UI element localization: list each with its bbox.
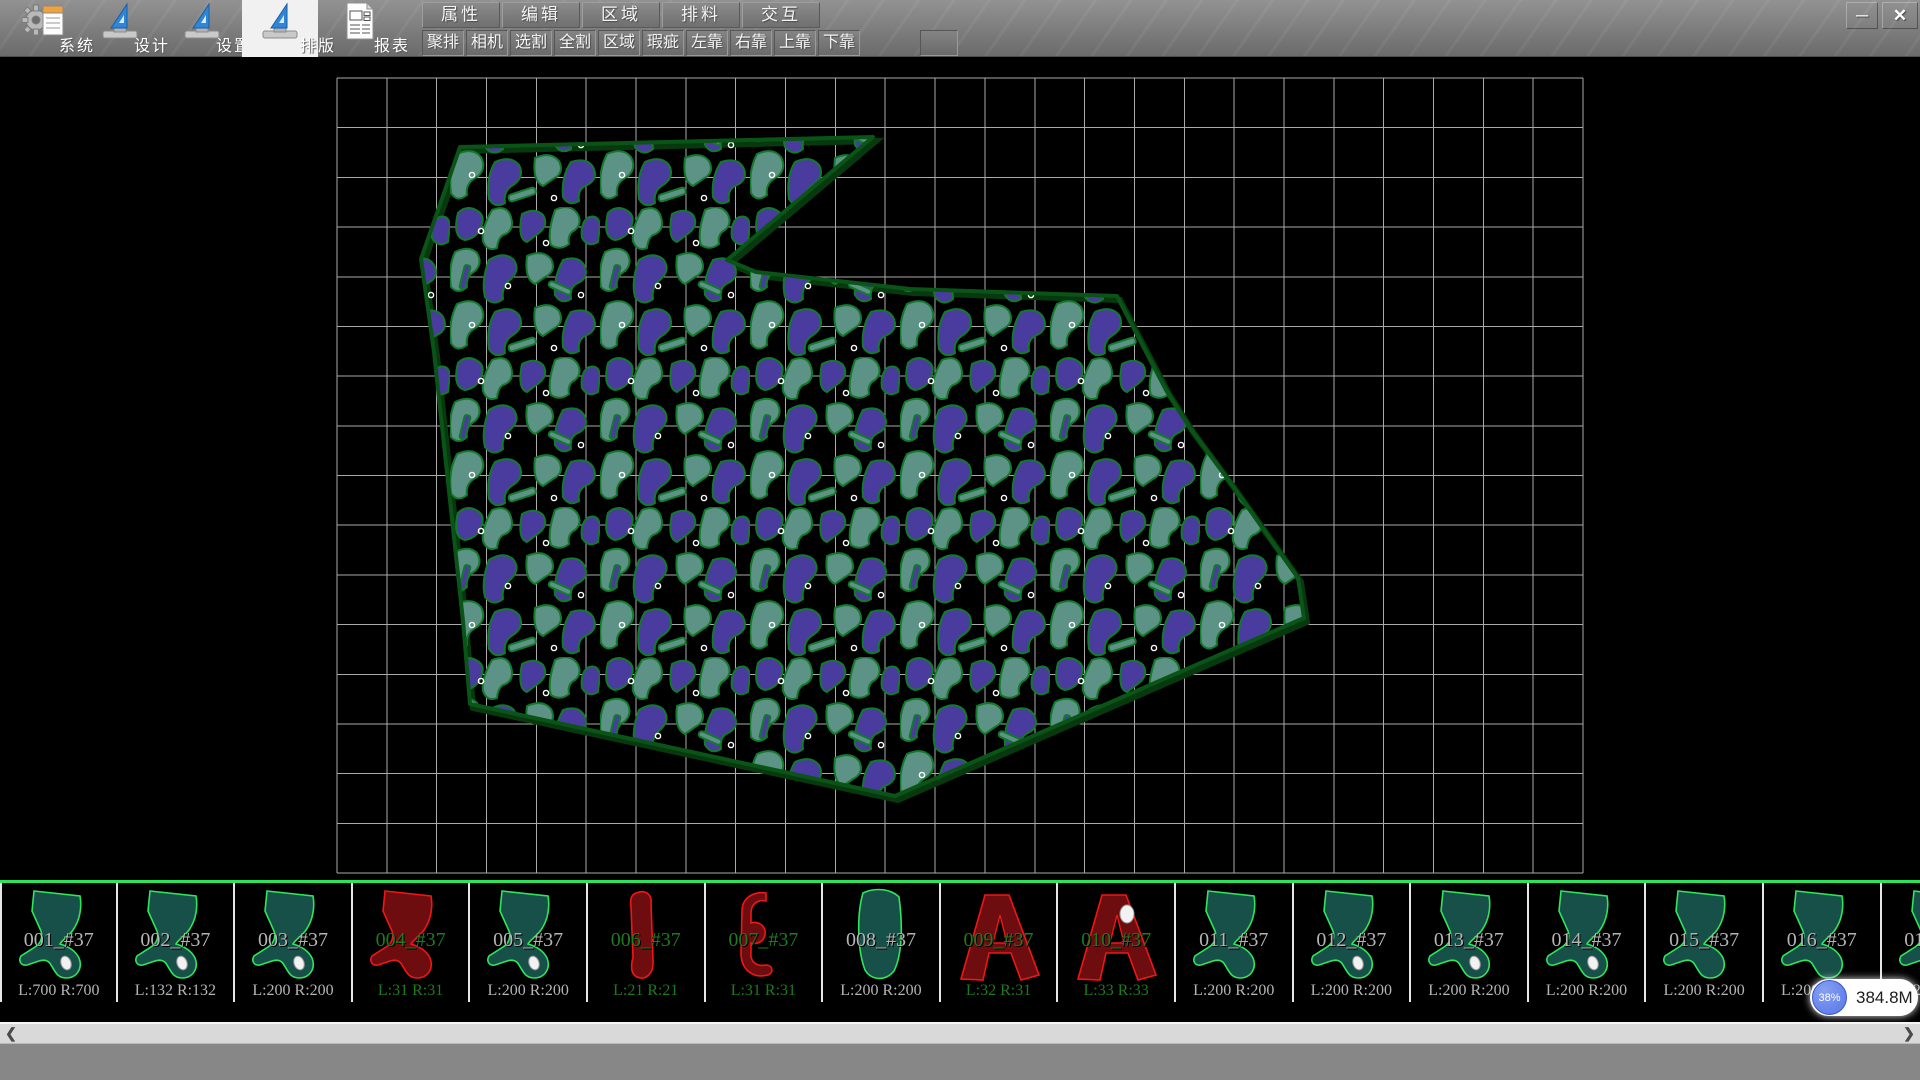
piece-size-label: L:200 R:200 bbox=[235, 982, 351, 1000]
thumbnail-cell[interactable]: 003_#37 L:200 R:200 bbox=[235, 883, 353, 1002]
minimize-button[interactable]: ─ bbox=[1846, 2, 1878, 29]
thumbnail-cell[interactable]: 014_#37 L:200 R:200 bbox=[1529, 883, 1647, 1002]
piece-size-label: L:132 R:132 bbox=[118, 982, 234, 1000]
tool-button[interactable]: 全割 bbox=[554, 30, 596, 56]
menu-tab[interactable]: 属性 bbox=[422, 2, 500, 28]
tool-button[interactable]: 区域 bbox=[598, 30, 640, 56]
piece-size-label: L:200 R:200 bbox=[1294, 982, 1410, 1000]
nesting-canvas[interactable] bbox=[0, 57, 1920, 880]
tool-button[interactable]: 瑕疵 bbox=[642, 30, 684, 56]
thumbnail-cell[interactable]: 002_#37 L:132 R:132 bbox=[118, 883, 236, 1002]
thumbnail-cell[interactable]: 009_#37 L:32 R:31 bbox=[941, 883, 1059, 1002]
piece-id-label: 015_#37 bbox=[1646, 929, 1762, 952]
piece-size-label: L:21 R:21 bbox=[588, 982, 704, 1000]
top-toolbar: 系统 设计 设置 bbox=[0, 0, 1920, 57]
thumbnail-cell[interactable]: 012_#37 L:200 R:200 bbox=[1294, 883, 1412, 1002]
piece-size-label: L:200 R:200 bbox=[1646, 982, 1762, 1000]
tool-button[interactable]: 选割 bbox=[510, 30, 552, 56]
menu-tab[interactable]: 编辑 bbox=[502, 2, 580, 28]
piece-size-label: L:200 R:200 bbox=[1411, 982, 1527, 1000]
app-button-report[interactable]: 报表 bbox=[328, 0, 392, 57]
app-button-settings[interactable]: 设置 bbox=[170, 0, 234, 57]
nesting-drawing bbox=[0, 57, 1920, 880]
piece-id-label: 006_#37 bbox=[588, 929, 704, 952]
menu-tab[interactable]: 交互 bbox=[742, 2, 820, 28]
piece-size-label: L:33 R:33 bbox=[1058, 982, 1174, 1000]
menu-tab[interactable]: 排料 bbox=[662, 2, 740, 28]
piece-id-label: 002_#37 bbox=[118, 929, 234, 952]
horizontal-scrollbar[interactable]: ❮ ❯ bbox=[0, 1022, 1920, 1043]
piece-id-label: 008_#37 bbox=[823, 929, 939, 952]
thumbnail-cell[interactable]: 015_#37 L:200 R:200 bbox=[1646, 883, 1764, 1002]
tool-button[interactable]: 左靠 bbox=[686, 30, 728, 56]
piece-thumbnail-strip[interactable]: 001_#37L:700 R:700002_#37L:132 R:132003_… bbox=[0, 883, 1920, 1002]
thumbnail-cell[interactable]: 011_#37 L:200 R:200 bbox=[1176, 883, 1294, 1002]
thumbnail-cell[interactable]: 008_#37 L:200 R:200 bbox=[823, 883, 941, 1002]
app-button-design[interactable]: 设计 bbox=[88, 0, 152, 57]
thumbnail-cell[interactable]: 005_#37 L:200 R:200 bbox=[470, 883, 588, 1002]
piece-id-label: 001_#37 bbox=[2, 929, 116, 952]
memory-value: 384.8M bbox=[1856, 979, 1913, 1016]
progress-circle: 38% bbox=[1812, 980, 1847, 1015]
close-button[interactable]: ✕ bbox=[1882, 2, 1918, 29]
thumbnail-cell[interactable]: 001_#37 L:700 R:700 bbox=[0, 883, 118, 1002]
thumbnail-cell[interactable]: 006_#37 L:21 R:21 bbox=[588, 883, 706, 1002]
tool-button[interactable]: 右靠 bbox=[730, 30, 772, 56]
memory-status-badge: 38% 384.8M bbox=[1810, 979, 1918, 1016]
piece-id-label: 005_#37 bbox=[470, 929, 586, 952]
piece-id-label: 010_#37 bbox=[1058, 929, 1174, 952]
piece-size-label: L:31 R:31 bbox=[706, 982, 822, 1000]
piece-id-label: 012_#37 bbox=[1294, 929, 1410, 952]
tool-button[interactable]: 下靠 bbox=[818, 30, 860, 56]
piece-size-label: L:31 R:31 bbox=[353, 982, 469, 1000]
piece-size-label: L:200 R:200 bbox=[1529, 982, 1645, 1000]
thumbnail-cell[interactable]: 010_#37 L:33 R:33 bbox=[1058, 883, 1176, 1002]
tool-button[interactable]: 上靠 bbox=[774, 30, 816, 56]
piece-id-label: 009_#37 bbox=[941, 929, 1057, 952]
piece-size-label: L:200 R:200 bbox=[1176, 982, 1292, 1000]
piece-id-label: 017_#37 bbox=[1882, 929, 1920, 952]
tool-button[interactable]: 相机 bbox=[466, 30, 508, 56]
piece-size-label: L:200 R:200 bbox=[823, 982, 939, 1000]
scroll-right-icon[interactable]: ❯ bbox=[1898, 1024, 1920, 1043]
piece-size-label: L:32 R:31 bbox=[941, 982, 1057, 1000]
tool-button-blank[interactable] bbox=[920, 30, 958, 56]
application-window: 系统 设计 设置 bbox=[0, 0, 1920, 1080]
thumbnail-cell[interactable]: 007_#37 L:31 R:31 bbox=[706, 883, 824, 1002]
thumbnail-cell[interactable]: 013_#37 L:200 R:200 bbox=[1411, 883, 1529, 1002]
piece-id-label: 013_#37 bbox=[1411, 929, 1527, 952]
piece-id-label: 014_#37 bbox=[1529, 929, 1645, 952]
app-button-label: 报表 bbox=[360, 32, 424, 56]
scroll-left-icon[interactable]: ❮ bbox=[0, 1024, 22, 1043]
piece-id-label: 007_#37 bbox=[706, 929, 822, 952]
piece-size-label: L:700 R:700 bbox=[2, 982, 116, 1000]
thumbnail-cell[interactable]: 004_#37 L:31 R:31 bbox=[353, 883, 471, 1002]
piece-size-label: L:200 R:200 bbox=[470, 982, 586, 1000]
piece-id-label: 011_#37 bbox=[1176, 929, 1292, 952]
app-button-system[interactable]: 系统 bbox=[13, 0, 77, 57]
piece-id-label: 004_#37 bbox=[353, 929, 469, 952]
tool-button[interactable]: 聚排 bbox=[422, 30, 464, 56]
menu-tab[interactable]: 区域 bbox=[582, 2, 660, 28]
piece-id-label: 016_#37 bbox=[1764, 929, 1880, 952]
status-bar bbox=[0, 1043, 1920, 1080]
app-button-layout[interactable]: 排版 bbox=[242, 0, 318, 57]
piece-id-label: 003_#37 bbox=[235, 929, 351, 952]
